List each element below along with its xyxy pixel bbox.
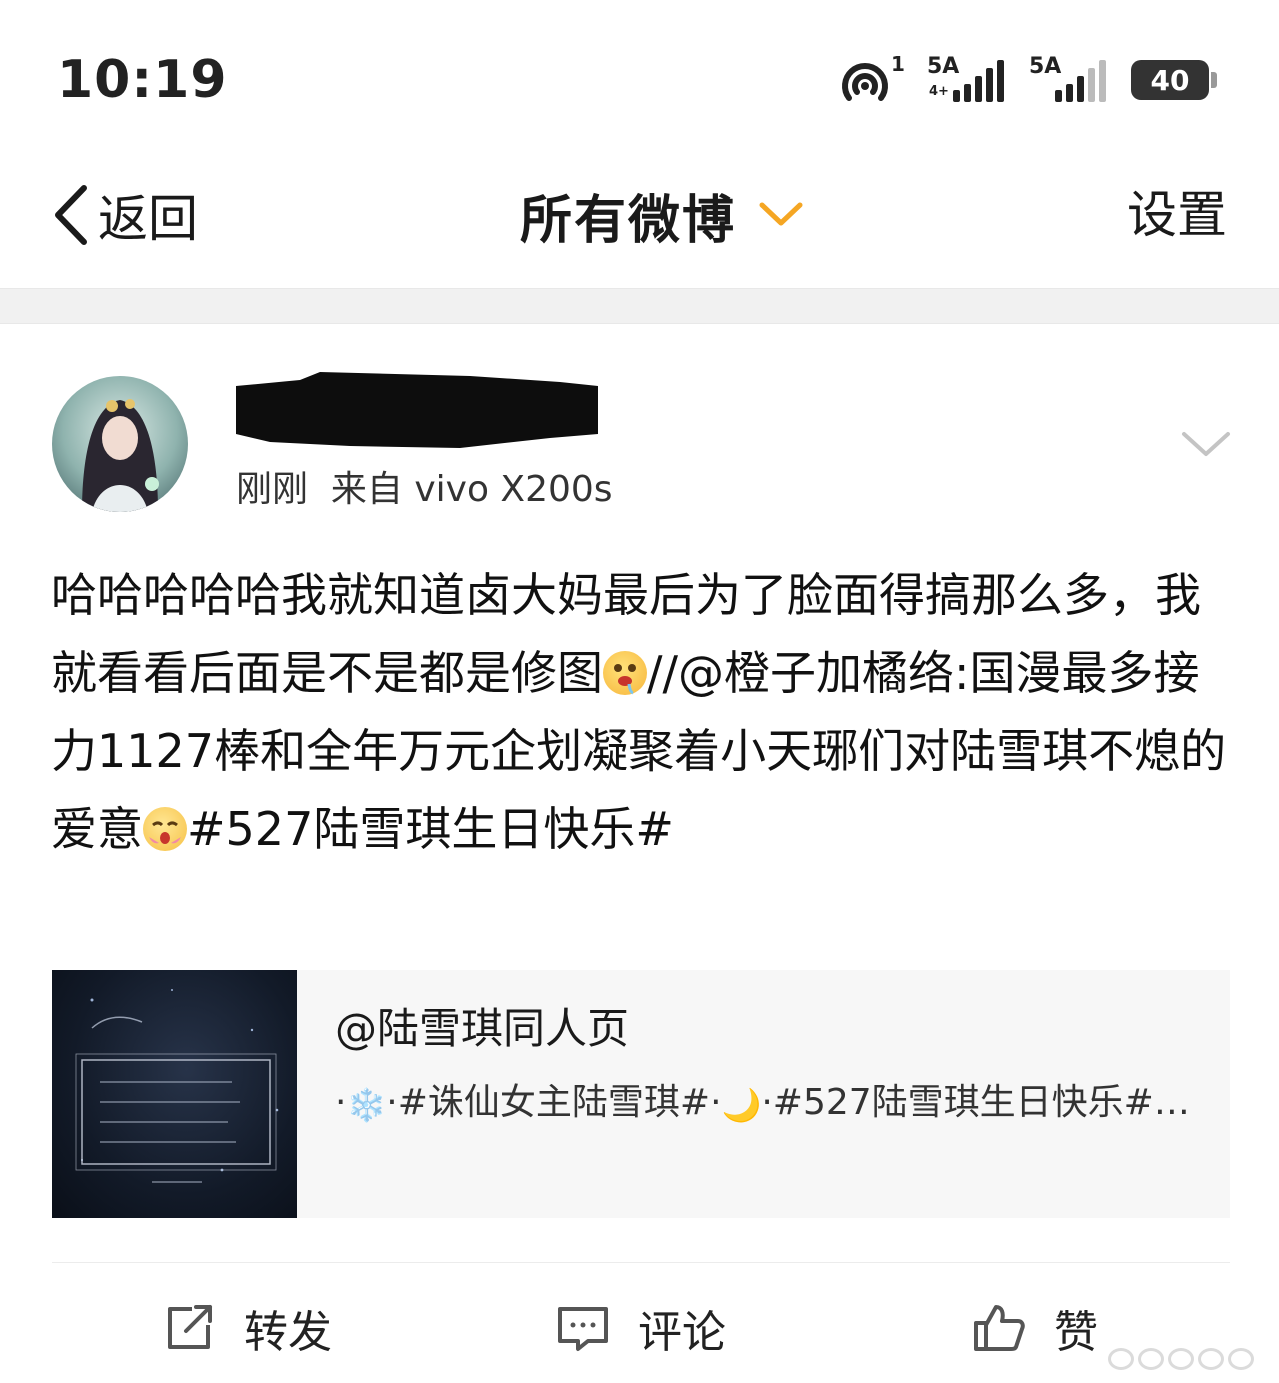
snowflake-icon: ❄️ (346, 1086, 387, 1124)
status-icons: 1 5A 4+ 5A 40 (839, 52, 1217, 108)
section-divider (0, 288, 1279, 324)
action-bar-divider (52, 1262, 1230, 1263)
chevron-left-icon (55, 185, 87, 245)
signal-sim1-icon: 5A 4+ (927, 52, 1011, 108)
linked-page-card[interactable]: @陆雪琪同人页 ·❄️·#诛仙女主陆雪琪#·🌙·#527陆雪琪生日快乐#… (52, 970, 1230, 1218)
nav-bar: 返回 所有微博 设置 (0, 150, 1279, 288)
hotspot-count: 1 (891, 52, 905, 76)
repost-button[interactable]: 转发 (162, 1296, 332, 1360)
card-desc-part1: · (335, 1082, 347, 1123)
page-title: 所有微博 (520, 190, 737, 251)
back-button[interactable]: 返回 (46, 180, 198, 250)
comment-label: 评论 (638, 1307, 726, 1358)
post-hashtag[interactable]: #527陆雪琪生日快乐# (187, 802, 674, 856)
hotspot-icon: 1 (839, 52, 909, 108)
more-options-icon[interactable] (1180, 424, 1232, 464)
battery-icon: 40 (1131, 60, 1217, 100)
repost-label: 转发 (244, 1307, 332, 1358)
back-label: 返回 (98, 190, 198, 248)
feed-filter-dropdown[interactable]: 所有微博 (520, 180, 806, 251)
card-thumbnail (52, 970, 297, 1218)
thumbs-up-icon (974, 1305, 1025, 1351)
crescent-moon-icon: 🌙 (721, 1086, 762, 1124)
card-description: ·❄️·#诛仙女主陆雪琪#·🌙·#527陆雪琪生日快乐#… (335, 1074, 1205, 1134)
battery-level: 40 (1150, 63, 1190, 97)
post-meta: 刚刚 来自 vivo X200s (236, 469, 613, 510)
username-redacted (236, 372, 598, 448)
watermark-logo (1108, 1348, 1258, 1374)
status-bar: 10:19 1 5A 4+ 5A 40 (0, 0, 1279, 150)
sim1-sub: 4+ (929, 84, 949, 99)
signal-sim2-icon: 5A (1029, 52, 1113, 108)
chevron-down-icon (759, 202, 803, 226)
crying-face-icon (143, 807, 187, 851)
avatar[interactable] (52, 376, 188, 512)
drooling-face-icon (603, 651, 647, 695)
card-desc-part2: ·#诛仙女主陆雪琪#· (386, 1082, 722, 1123)
post-text: 哈哈哈哈哈我就知道卤大妈最后为了脸面得搞那么多，我就看看后面是不是都是修图//@… (51, 556, 1236, 868)
card-title: @陆雪琪同人页 (335, 1004, 630, 1053)
card-desc-part3: ·#527陆雪琪生日快乐#… (761, 1082, 1190, 1123)
like-label: 赞 (1054, 1307, 1098, 1358)
settings-button[interactable]: 设置 (1127, 180, 1227, 250)
comment-icon (558, 1307, 608, 1351)
comment-button[interactable]: 评论 (556, 1296, 726, 1360)
repost-icon (168, 1305, 212, 1349)
like-button[interactable]: 赞 (972, 1296, 1098, 1360)
status-time: 10:19 (57, 50, 228, 110)
